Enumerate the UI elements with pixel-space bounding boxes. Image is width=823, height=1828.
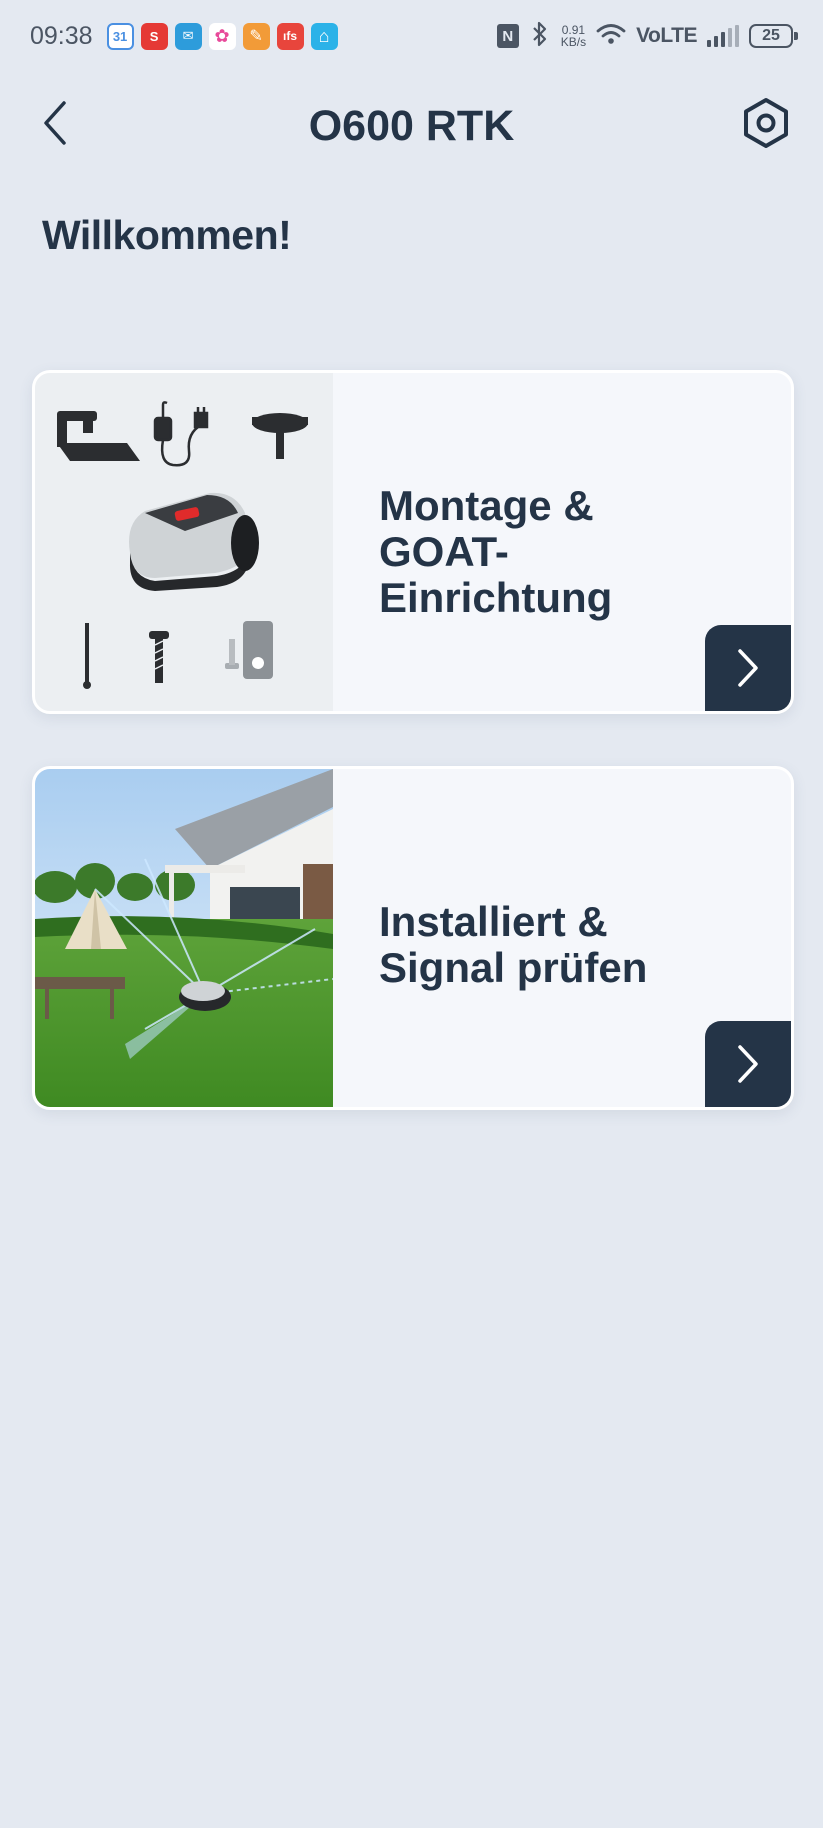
- chevron-right-icon: [738, 649, 758, 687]
- home-app-icon: ⌂: [310, 22, 338, 50]
- mower-accessories-image: [35, 373, 333, 711]
- red-app-icon: ıfs: [276, 22, 304, 50]
- pinwheel-icon: ✿: [208, 22, 236, 50]
- status-right: N 0.91 KB/s VoLTE 25: [496, 21, 798, 52]
- network-speed: 0.91 KB/s: [561, 24, 586, 48]
- status-time: 09:38: [30, 21, 93, 50]
- calendar-icon: 31: [106, 22, 134, 50]
- s-app-icon: S: [140, 22, 168, 50]
- card-arrow-button[interactable]: [705, 1021, 791, 1107]
- card-title-line: Signal prüfen: [379, 944, 648, 991]
- mail-icon: ✉: [174, 22, 202, 50]
- signal-icon: [707, 25, 739, 47]
- chevron-right-icon: [738, 1045, 758, 1083]
- note-icon: ✎: [242, 22, 270, 50]
- card-title: Installiert & Signal prüfen: [379, 899, 661, 991]
- battery-icon: 25: [749, 24, 798, 48]
- card-arrow-button[interactable]: [705, 625, 791, 711]
- battery-level: 25: [762, 27, 780, 44]
- notification-icons: 31 S ✉ ✿ ✎ ıfs ⌂: [106, 22, 338, 50]
- bluetooth-icon: [529, 21, 551, 52]
- welcome-heading: Willkommen!: [42, 212, 292, 258]
- status-bar: 09:38 31 S ✉ ✿ ✎ ıfs ⌂ N 0.91 KB/s VoLTE: [0, 0, 823, 72]
- card-title-line: Montage &: [379, 482, 594, 529]
- page-title: O600 RTK: [308, 102, 515, 150]
- settings-button[interactable]: [739, 96, 793, 150]
- garden-signal-image: [35, 769, 333, 1107]
- card-installed-signal-check[interactable]: Installiert & Signal prüfen: [32, 766, 794, 1110]
- card-title: Montage & GOAT- Einrichtung: [379, 483, 661, 621]
- speed-unit: KB/s: [560, 35, 587, 49]
- hex-settings-icon: [744, 98, 788, 148]
- card-title-line: GOAT-: [379, 528, 509, 575]
- card-title-line: Einrichtung: [379, 574, 613, 621]
- header: O600 RTK: [0, 88, 823, 164]
- wifi-icon: [596, 23, 626, 50]
- card-title-line: Installiert &: [379, 898, 608, 945]
- nfc-icon: N: [496, 24, 519, 48]
- volte-label: VoLTE: [636, 24, 697, 47]
- card-assembly-setup[interactable]: Montage & GOAT- Einrichtung: [32, 370, 794, 714]
